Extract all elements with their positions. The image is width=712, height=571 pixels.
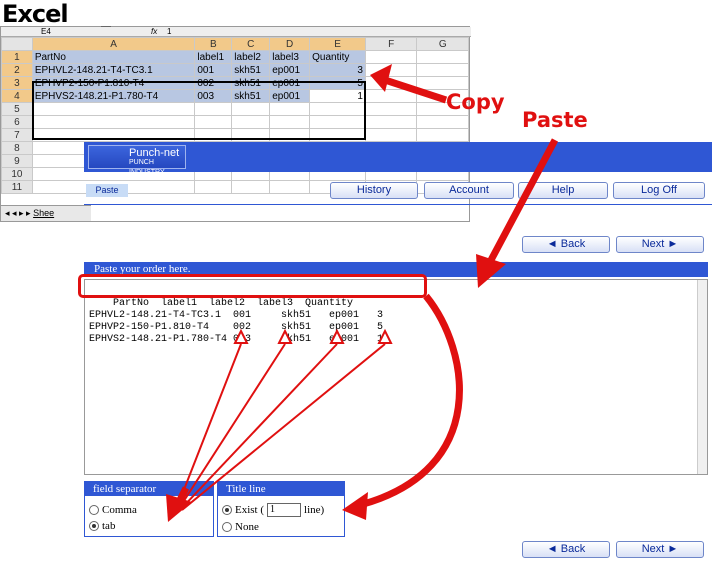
title-line-arrow bbox=[342, 293, 463, 520]
copy-arrow bbox=[370, 64, 448, 104]
annotation-arrows bbox=[166, 64, 559, 522]
separator-arrows bbox=[175, 328, 393, 511]
paste-arrow bbox=[476, 138, 559, 288]
